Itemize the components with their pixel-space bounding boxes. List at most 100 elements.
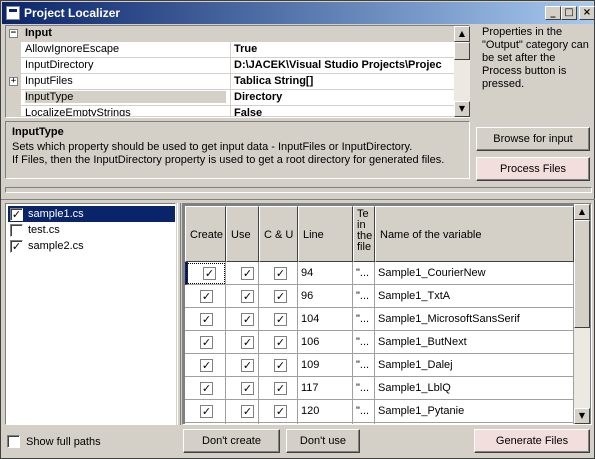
create-cell[interactable]: ✓ — [185, 308, 226, 331]
table-row[interactable]: ✓✓✓127"...Sample1_LblU — [185, 423, 574, 424]
scroll-up-icon[interactable]: ▲ — [574, 204, 590, 220]
create-cell[interactable]: ✓ — [185, 400, 226, 423]
use-cell[interactable]: ✓ — [226, 262, 259, 285]
create-checkbox[interactable]: ✓ — [200, 290, 213, 303]
text-cell[interactable]: "... — [353, 423, 375, 424]
use-cell[interactable]: ✓ — [226, 400, 259, 423]
create-checkbox[interactable]: ✓ — [200, 313, 213, 326]
property-grid[interactable]: − Input AllowIgnoreEscape True InputDire… — [5, 25, 470, 118]
use-checkbox[interactable]: ✓ — [241, 405, 254, 418]
list-item-file[interactable]: test.cs — [8, 222, 175, 238]
use-checkbox[interactable]: ✓ — [241, 267, 254, 280]
column-header-text[interactable]: Te in the file — [353, 206, 375, 262]
variable-name-cell[interactable]: Sample1_ButNext — [375, 331, 574, 354]
variable-name-cell[interactable]: Sample1_CourierNew — [375, 262, 574, 285]
property-row-allowignoreescape[interactable]: AllowIgnoreEscape True — [6, 42, 455, 58]
create-checkbox[interactable]: ✓ — [200, 405, 213, 418]
property-grid-scrollbar[interactable]: ▲ ▼ — [454, 26, 470, 117]
cu-checkbox[interactable]: ✓ — [274, 382, 287, 395]
table-row[interactable]: ✓ ✓ ✓ 94 "... Sample1_CourierNew — [185, 262, 574, 285]
table-row[interactable]: ✓ ✓ ✓ 120 "... Sample1_Pytanie — [185, 400, 574, 423]
show-full-paths-checkbox[interactable] — [7, 435, 20, 448]
create-checkbox[interactable]: ✓ — [200, 359, 213, 372]
file-list[interactable]: ✓ sample1.cs test.cs ✓ sample2.cs — [5, 203, 176, 425]
column-header-line[interactable]: Line — [298, 206, 353, 262]
expand-icon[interactable]: + — [9, 77, 18, 86]
create-checkbox[interactable]: ✓ — [203, 267, 216, 280]
line-cell[interactable]: 117 — [298, 377, 353, 400]
scroll-thumb[interactable] — [454, 42, 470, 60]
property-row-localizeemptystrings[interactable]: LocalizeEmptyStrings False — [6, 106, 455, 117]
line-cell[interactable]: 106 — [298, 331, 353, 354]
create-cell[interactable]: ✓ — [185, 354, 226, 377]
variables-grid[interactable]: Create Use C & U Line Te in the file Nam… — [182, 203, 592, 425]
text-cell[interactable]: "... — [353, 377, 375, 400]
grid-scrollbar[interactable]: ▲ ▼ — [574, 204, 590, 424]
scroll-down-icon[interactable]: ▼ — [454, 101, 470, 117]
close-button[interactable]: × — [579, 6, 595, 20]
column-header-use[interactable]: Use — [226, 206, 259, 262]
property-row-inputdirectory[interactable]: InputDirectory D:\JACEK\Visual Studio Pr… — [6, 58, 455, 74]
cu-checkbox[interactable]: ✓ — [274, 290, 287, 303]
use-checkbox[interactable]: ✓ — [241, 359, 254, 372]
title-bar[interactable]: Project Localizer _ □ × — [2, 2, 595, 24]
line-cell[interactable]: 104 — [298, 308, 353, 331]
browse-for-input-button[interactable]: Browse for input — [476, 127, 590, 151]
cu-cell[interactable]: ✓ — [259, 308, 298, 331]
cu-checkbox[interactable]: ✓ — [274, 313, 287, 326]
variable-name-cell[interactable]: Sample1_LblQ — [375, 377, 574, 400]
dont-use-button[interactable]: Don't use — [286, 429, 360, 453]
cu-cell[interactable]: ✓ — [259, 331, 298, 354]
cu-cell[interactable]: ✓ — [259, 354, 298, 377]
cu-cell[interactable]: ✓ — [259, 262, 298, 285]
column-header-create[interactable]: Create — [185, 206, 226, 262]
text-cell[interactable]: "... — [353, 354, 375, 377]
column-header-cu[interactable]: C & U — [259, 206, 298, 262]
property-value[interactable]: Directory — [234, 91, 454, 103]
property-value[interactable]: False — [234, 107, 454, 116]
use-cell[interactable]: ✓ — [226, 285, 259, 308]
text-cell[interactable]: "... — [353, 285, 375, 308]
use-cell[interactable]: ✓ — [226, 331, 259, 354]
process-files-button[interactable]: Process Files — [476, 157, 590, 181]
text-cell[interactable]: "... — [353, 308, 375, 331]
create-cell[interactable]: ✓ — [185, 423, 226, 424]
create-checkbox[interactable]: ✓ — [200, 336, 213, 349]
line-cell[interactable]: 94 — [298, 262, 353, 285]
property-value[interactable]: True — [234, 43, 454, 55]
file-checkbox[interactable] — [10, 224, 23, 237]
table-row[interactable]: ✓ ✓ ✓ 104 "... Sample1_MicrosoftSansSerif — [185, 308, 574, 331]
line-cell[interactable]: 120 — [298, 400, 353, 423]
maximize-button[interactable]: □ — [561, 6, 577, 20]
use-cell[interactable]: ✓ — [226, 354, 259, 377]
column-header-variable-name[interactable]: Name of the variable — [375, 206, 574, 262]
create-cell[interactable]: ✓ — [185, 285, 226, 308]
vertical-splitter[interactable] — [177, 203, 181, 425]
use-cell[interactable]: ✓ — [226, 377, 259, 400]
minimize-button[interactable]: _ — [545, 6, 561, 20]
text-cell[interactable]: "... — [353, 400, 375, 423]
property-category-row[interactable]: − Input — [6, 26, 455, 42]
variable-name-cell[interactable]: Sample1_Dalej — [375, 354, 574, 377]
use-checkbox[interactable]: ✓ — [241, 313, 254, 326]
cu-cell[interactable]: ✓ — [259, 400, 298, 423]
property-value[interactable]: Tablica String[] — [234, 75, 454, 87]
table-row[interactable]: ✓ ✓ ✓ 96 "... Sample1_TxtA — [185, 285, 574, 308]
table-row[interactable]: ✓ ✓ ✓ 109 "... Sample1_Dalej — [185, 354, 574, 377]
scroll-up-icon[interactable]: ▲ — [454, 26, 470, 42]
dont-create-button[interactable]: Don't create — [183, 429, 280, 453]
list-item-file[interactable]: ✓ sample1.cs — [8, 206, 175, 222]
property-value[interactable]: D:\JACEK\Visual Studio Projects\Projec — [234, 59, 454, 71]
cu-checkbox[interactable]: ✓ — [274, 267, 287, 280]
cu-checkbox[interactable]: ✓ — [274, 405, 287, 418]
scroll-down-icon[interactable]: ▼ — [574, 408, 590, 424]
variable-name-cell[interactable]: Sample1_Pytanie — [375, 400, 574, 423]
generate-files-button[interactable]: Generate Files — [474, 429, 590, 453]
variable-name-cell[interactable]: Sample1_LblU — [375, 423, 574, 424]
line-cell[interactable]: 127 — [298, 423, 353, 424]
line-cell[interactable]: 96 — [298, 285, 353, 308]
use-checkbox[interactable]: ✓ — [241, 336, 254, 349]
table-row[interactable]: ✓ ✓ ✓ 106 "... Sample1_ButNext — [185, 331, 574, 354]
collapse-icon[interactable]: − — [9, 29, 18, 38]
cu-checkbox[interactable]: ✓ — [274, 359, 287, 372]
